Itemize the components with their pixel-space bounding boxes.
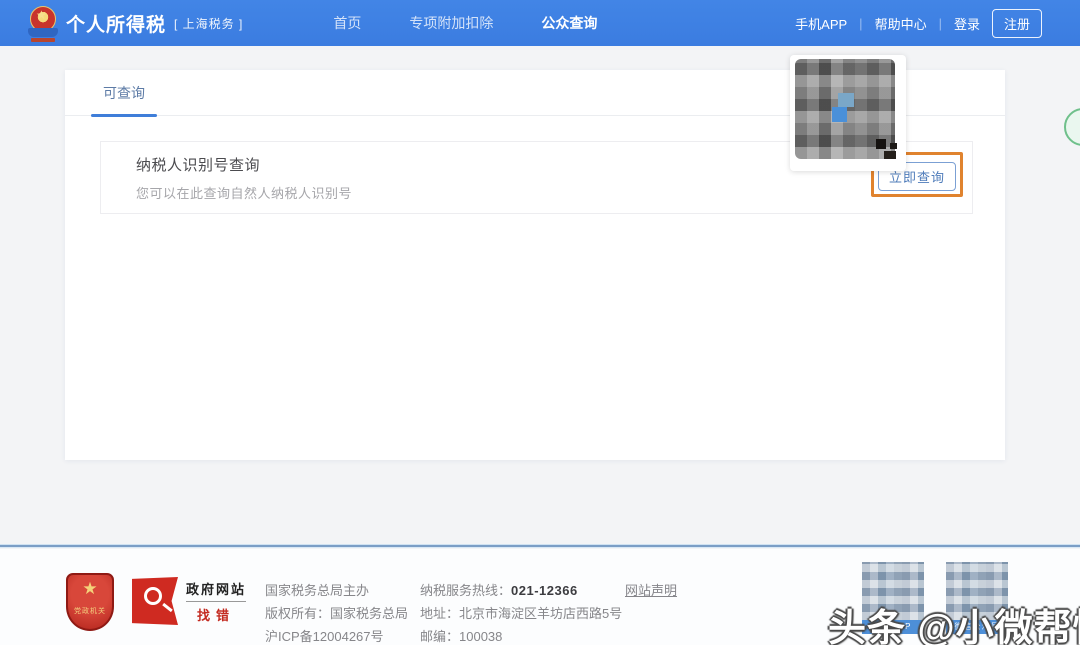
active-tab-underline bbox=[91, 114, 157, 117]
address-value: 北京市海淀区羊坊店西路5号 bbox=[459, 606, 622, 621]
address-label: 地址： bbox=[420, 606, 459, 621]
brand[interactable]: ★ 个人所得税 [ 上海税务 ] bbox=[28, 5, 243, 41]
page: ★ 个人所得税 [ 上海税务 ] 首页 专项附加扣除 公众查询 手机APP | … bbox=[0, 0, 1080, 645]
hotline-label: 纳税服务热线： bbox=[420, 583, 511, 598]
login-link[interactable]: 登录 bbox=[954, 14, 980, 33]
hotline-number: 021-12366 bbox=[511, 583, 578, 598]
query-item-description: 您可以在此查询自然人纳税人识别号 bbox=[136, 183, 352, 202]
watermark-text: 头条 @小微帮忙 bbox=[828, 597, 1080, 645]
main-nav: 首页 专项附加扣除 公众查询 bbox=[333, 13, 597, 33]
tab-queryable[interactable]: 可查询 bbox=[95, 83, 153, 115]
nav-public-query[interactable]: 公众查询 bbox=[541, 13, 597, 33]
qr-popup bbox=[790, 55, 906, 171]
footer-separator-line bbox=[0, 544, 1080, 548]
site-statement-link[interactable]: 网站声明 bbox=[625, 580, 677, 599]
qr-blue-pixel bbox=[838, 93, 854, 107]
floating-widget-partial[interactable] bbox=[1064, 108, 1080, 146]
divider: | bbox=[859, 16, 862, 31]
mouse-cursor-icon bbox=[890, 143, 897, 149]
footer-copyright: 版权所有：国家税务总局 bbox=[265, 602, 408, 625]
site-region: [ 上海税务 ] bbox=[174, 15, 243, 32]
footer-contact-column: 纳税服务热线：021-12366 地址：北京市海淀区羊坊店西路5号 邮编：100… bbox=[420, 579, 622, 645]
register-button[interactable]: 注册 bbox=[992, 9, 1042, 38]
nav-special-deduction[interactable]: 专项附加扣除 bbox=[409, 13, 493, 33]
footer-icp: 沪ICP备12004267号 bbox=[265, 625, 408, 645]
mouse-cursor-icon bbox=[884, 151, 896, 159]
mouse-cursor-icon bbox=[876, 139, 886, 149]
footer-host: 国家税务总局主办 bbox=[265, 579, 408, 602]
zip-value: 100038 bbox=[459, 629, 502, 644]
website-error-report-logo[interactable]: 政府网站 找错 bbox=[132, 577, 246, 625]
mobile-app-link[interactable]: 手机APP bbox=[795, 14, 847, 33]
query-item-title: 纳税人识别号查询 bbox=[136, 154, 352, 175]
zhaocuo-line2: 找错 bbox=[186, 605, 246, 624]
divider: | bbox=[939, 16, 942, 31]
header-actions: 手机APP | 帮助中心 | 登录 注册 bbox=[795, 9, 1042, 38]
qr-blue-pixel bbox=[832, 107, 847, 122]
zhaocuo-line1: 政府网站 bbox=[186, 579, 246, 598]
tax-emblem-icon: ★ bbox=[28, 5, 58, 41]
top-navbar: ★ 个人所得税 [ 上海税务 ] 首页 专项附加扣除 公众查询 手机APP | … bbox=[0, 0, 1080, 46]
footer-copyright-column: 国家税务总局主办 版权所有：国家税务总局 沪ICP备12004267号 bbox=[265, 579, 408, 645]
badge-star-icon: ★ bbox=[82, 580, 97, 597]
site-title: 个人所得税 bbox=[66, 10, 166, 37]
help-center-link[interactable]: 帮助中心 bbox=[875, 14, 927, 33]
flag-magnifier-icon bbox=[132, 577, 178, 625]
government-badge-icon[interactable]: ★ 党政机关 bbox=[66, 573, 114, 631]
zip-label: 邮编： bbox=[420, 629, 459, 644]
badge-label: 党政机关 bbox=[74, 606, 106, 616]
nav-home[interactable]: 首页 bbox=[333, 13, 361, 33]
